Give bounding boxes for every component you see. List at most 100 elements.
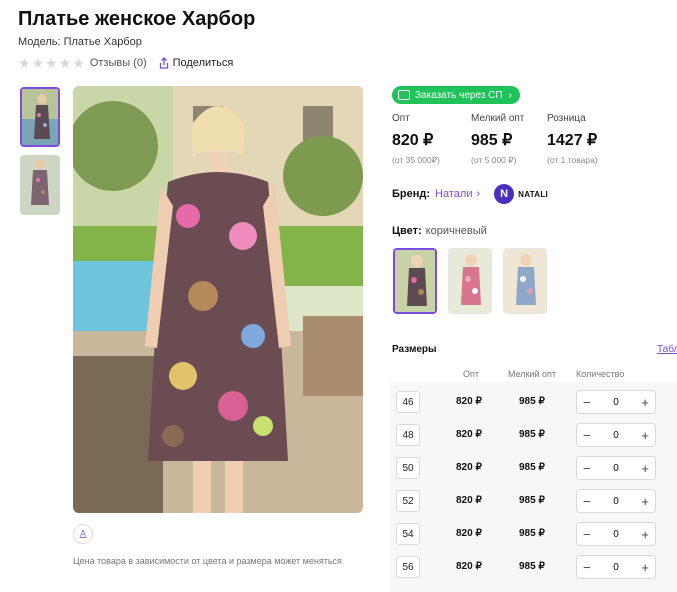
header-opt: Опт: [463, 369, 479, 379]
gallery-thumb[interactable]: [20, 155, 60, 215]
quantity-stepper: − 0 +: [576, 555, 656, 579]
size-label: 50: [396, 457, 420, 479]
minus-button[interactable]: −: [583, 461, 591, 476]
size-label: 48: [396, 424, 420, 446]
chevron-right-icon: ›: [508, 89, 512, 101]
table-row: 48 820 ₽ 985 ₽ − 0 +: [390, 415, 677, 448]
chevron-right-icon: ›: [476, 188, 481, 200]
sizes-table: 46 820 ₽ 985 ₽ − 0 + 48 820 ₽ 985 ₽ − 0 …: [390, 382, 677, 592]
price-small-opt: 985 ₽: [519, 495, 545, 506]
color-swatch-image: [395, 250, 435, 312]
price-note: Цена товара в зависимости от цвета и раз…: [73, 556, 342, 566]
price-opt: 820 ₽: [456, 462, 482, 473]
quantity-value[interactable]: 0: [613, 430, 619, 441]
dress-photo: [73, 86, 363, 513]
brand-row: Бренд: Натали › N NATALI: [392, 184, 548, 204]
price-retail: Розница 1427 ₽ (от 1 товара): [547, 113, 598, 165]
dress-thumb-image: [22, 89, 58, 145]
price-label: Мелкий опт: [471, 113, 525, 124]
price-small-opt: 985 ₽: [519, 429, 545, 440]
order-via-sp-label: Заказать через СП: [415, 89, 503, 101]
quantity-value[interactable]: 0: [613, 397, 619, 408]
brand-logo-text: NATALI: [518, 189, 549, 199]
price-label: Опт: [392, 113, 410, 124]
star-icon[interactable]: ★: [18, 56, 31, 70]
color-swatch-image: [449, 249, 491, 313]
size-label: 56: [396, 556, 420, 578]
share-label: Поделиться: [172, 57, 234, 69]
quantity-value[interactable]: 0: [613, 463, 619, 474]
size-table-link[interactable]: Табл: [657, 344, 677, 355]
size-label: 52: [396, 490, 420, 512]
price-small-opt: 985 ₽: [519, 462, 545, 473]
quantity-stepper: − 0 +: [576, 390, 656, 414]
size-guide-button[interactable]: ♙: [73, 524, 93, 544]
quantity-stepper: − 0 +: [576, 423, 656, 447]
brand-label: Бренд:: [392, 188, 431, 200]
price-condition: (от 5 000 ₽): [471, 155, 517, 165]
order-via-sp-button[interactable]: Заказать через СП ›: [392, 86, 520, 104]
dress-thumb-image: [20, 155, 60, 215]
quantity-value[interactable]: 0: [613, 496, 619, 507]
reviews-link[interactable]: Отзывы (0): [90, 57, 147, 69]
star-icon[interactable]: ★: [72, 56, 85, 70]
price-opt: 820 ₽: [456, 429, 482, 440]
price-condition: (от 1 товара): [547, 155, 598, 165]
brand-logo[interactable]: N: [494, 184, 515, 204]
price-small-opt: 985 ₽: [519, 528, 545, 539]
product-model: Модель: Платье Харбор: [18, 36, 142, 48]
sizes-heading: Размеры: [392, 344, 437, 355]
brand-link[interactable]: Натали: [435, 188, 472, 200]
color-option[interactable]: [448, 248, 492, 314]
share-icon: [159, 57, 168, 69]
share-button[interactable]: Поделиться: [159, 57, 234, 69]
quantity-value[interactable]: 0: [613, 562, 619, 573]
plus-button[interactable]: +: [641, 428, 649, 443]
minus-button[interactable]: −: [583, 527, 591, 542]
cart-icon: [398, 90, 410, 100]
star-icon[interactable]: ★: [59, 56, 72, 70]
price-label: Розница: [547, 113, 586, 124]
size-label: 54: [396, 523, 420, 545]
color-label: Цвет:: [392, 225, 422, 237]
price-small-opt: 985 ₽: [519, 396, 545, 407]
quantity-stepper: − 0 +: [576, 489, 656, 513]
rating-row: ★ ★ ★ ★ ★ Отзывы (0) Поделиться: [18, 56, 233, 70]
star-icon[interactable]: ★: [45, 56, 58, 70]
price-wholesale: Опт 820 ₽ (от 35 000₽): [392, 113, 440, 166]
color-option[interactable]: [503, 248, 547, 314]
minus-button[interactable]: −: [583, 428, 591, 443]
plus-button[interactable]: +: [641, 494, 649, 509]
quantity-value[interactable]: 0: [613, 529, 619, 540]
plus-button[interactable]: +: [641, 560, 649, 575]
table-row: 56 820 ₽ 985 ₽ − 0 +: [390, 547, 677, 580]
price-small-wholesale: Мелкий опт 985 ₽ (от 5 000 ₽): [471, 113, 524, 166]
price-value: 985 ₽: [471, 132, 513, 149]
plus-button[interactable]: +: [641, 527, 649, 542]
header-quantity: Количество: [576, 369, 625, 379]
product-main-image[interactable]: [73, 86, 363, 513]
table-row: 46 820 ₽ 985 ₽ − 0 +: [390, 382, 677, 415]
minus-button[interactable]: −: [583, 395, 591, 410]
size-label: 46: [396, 391, 420, 413]
price-opt: 820 ₽: [456, 528, 482, 539]
plus-button[interactable]: +: [641, 461, 649, 476]
price-opt: 820 ₽: [456, 495, 482, 506]
price-small-opt: 985 ₽: [519, 561, 545, 572]
color-option[interactable]: [393, 248, 437, 314]
star-icon[interactable]: ★: [32, 56, 45, 70]
plus-button[interactable]: +: [641, 395, 649, 410]
price-condition: (от 35 000₽): [392, 155, 440, 165]
minus-button[interactable]: −: [583, 560, 591, 575]
table-row: 50 820 ₽ 985 ₽ − 0 +: [390, 448, 677, 481]
table-row: 54 820 ₽ 985 ₽ − 0 +: [390, 514, 677, 547]
gallery-thumb[interactable]: [20, 87, 60, 147]
quantity-stepper: − 0 +: [576, 522, 656, 546]
minus-button[interactable]: −: [583, 494, 591, 509]
price-value: 1427 ₽: [547, 132, 598, 149]
table-row: 52 820 ₽ 985 ₽ − 0 +: [390, 481, 677, 514]
price-value: 820 ₽: [392, 132, 434, 149]
hanger-icon: ♙: [78, 528, 88, 541]
header-small-opt: Мелкий опт: [508, 369, 557, 379]
color-row: Цвет: коричневый: [392, 225, 487, 237]
